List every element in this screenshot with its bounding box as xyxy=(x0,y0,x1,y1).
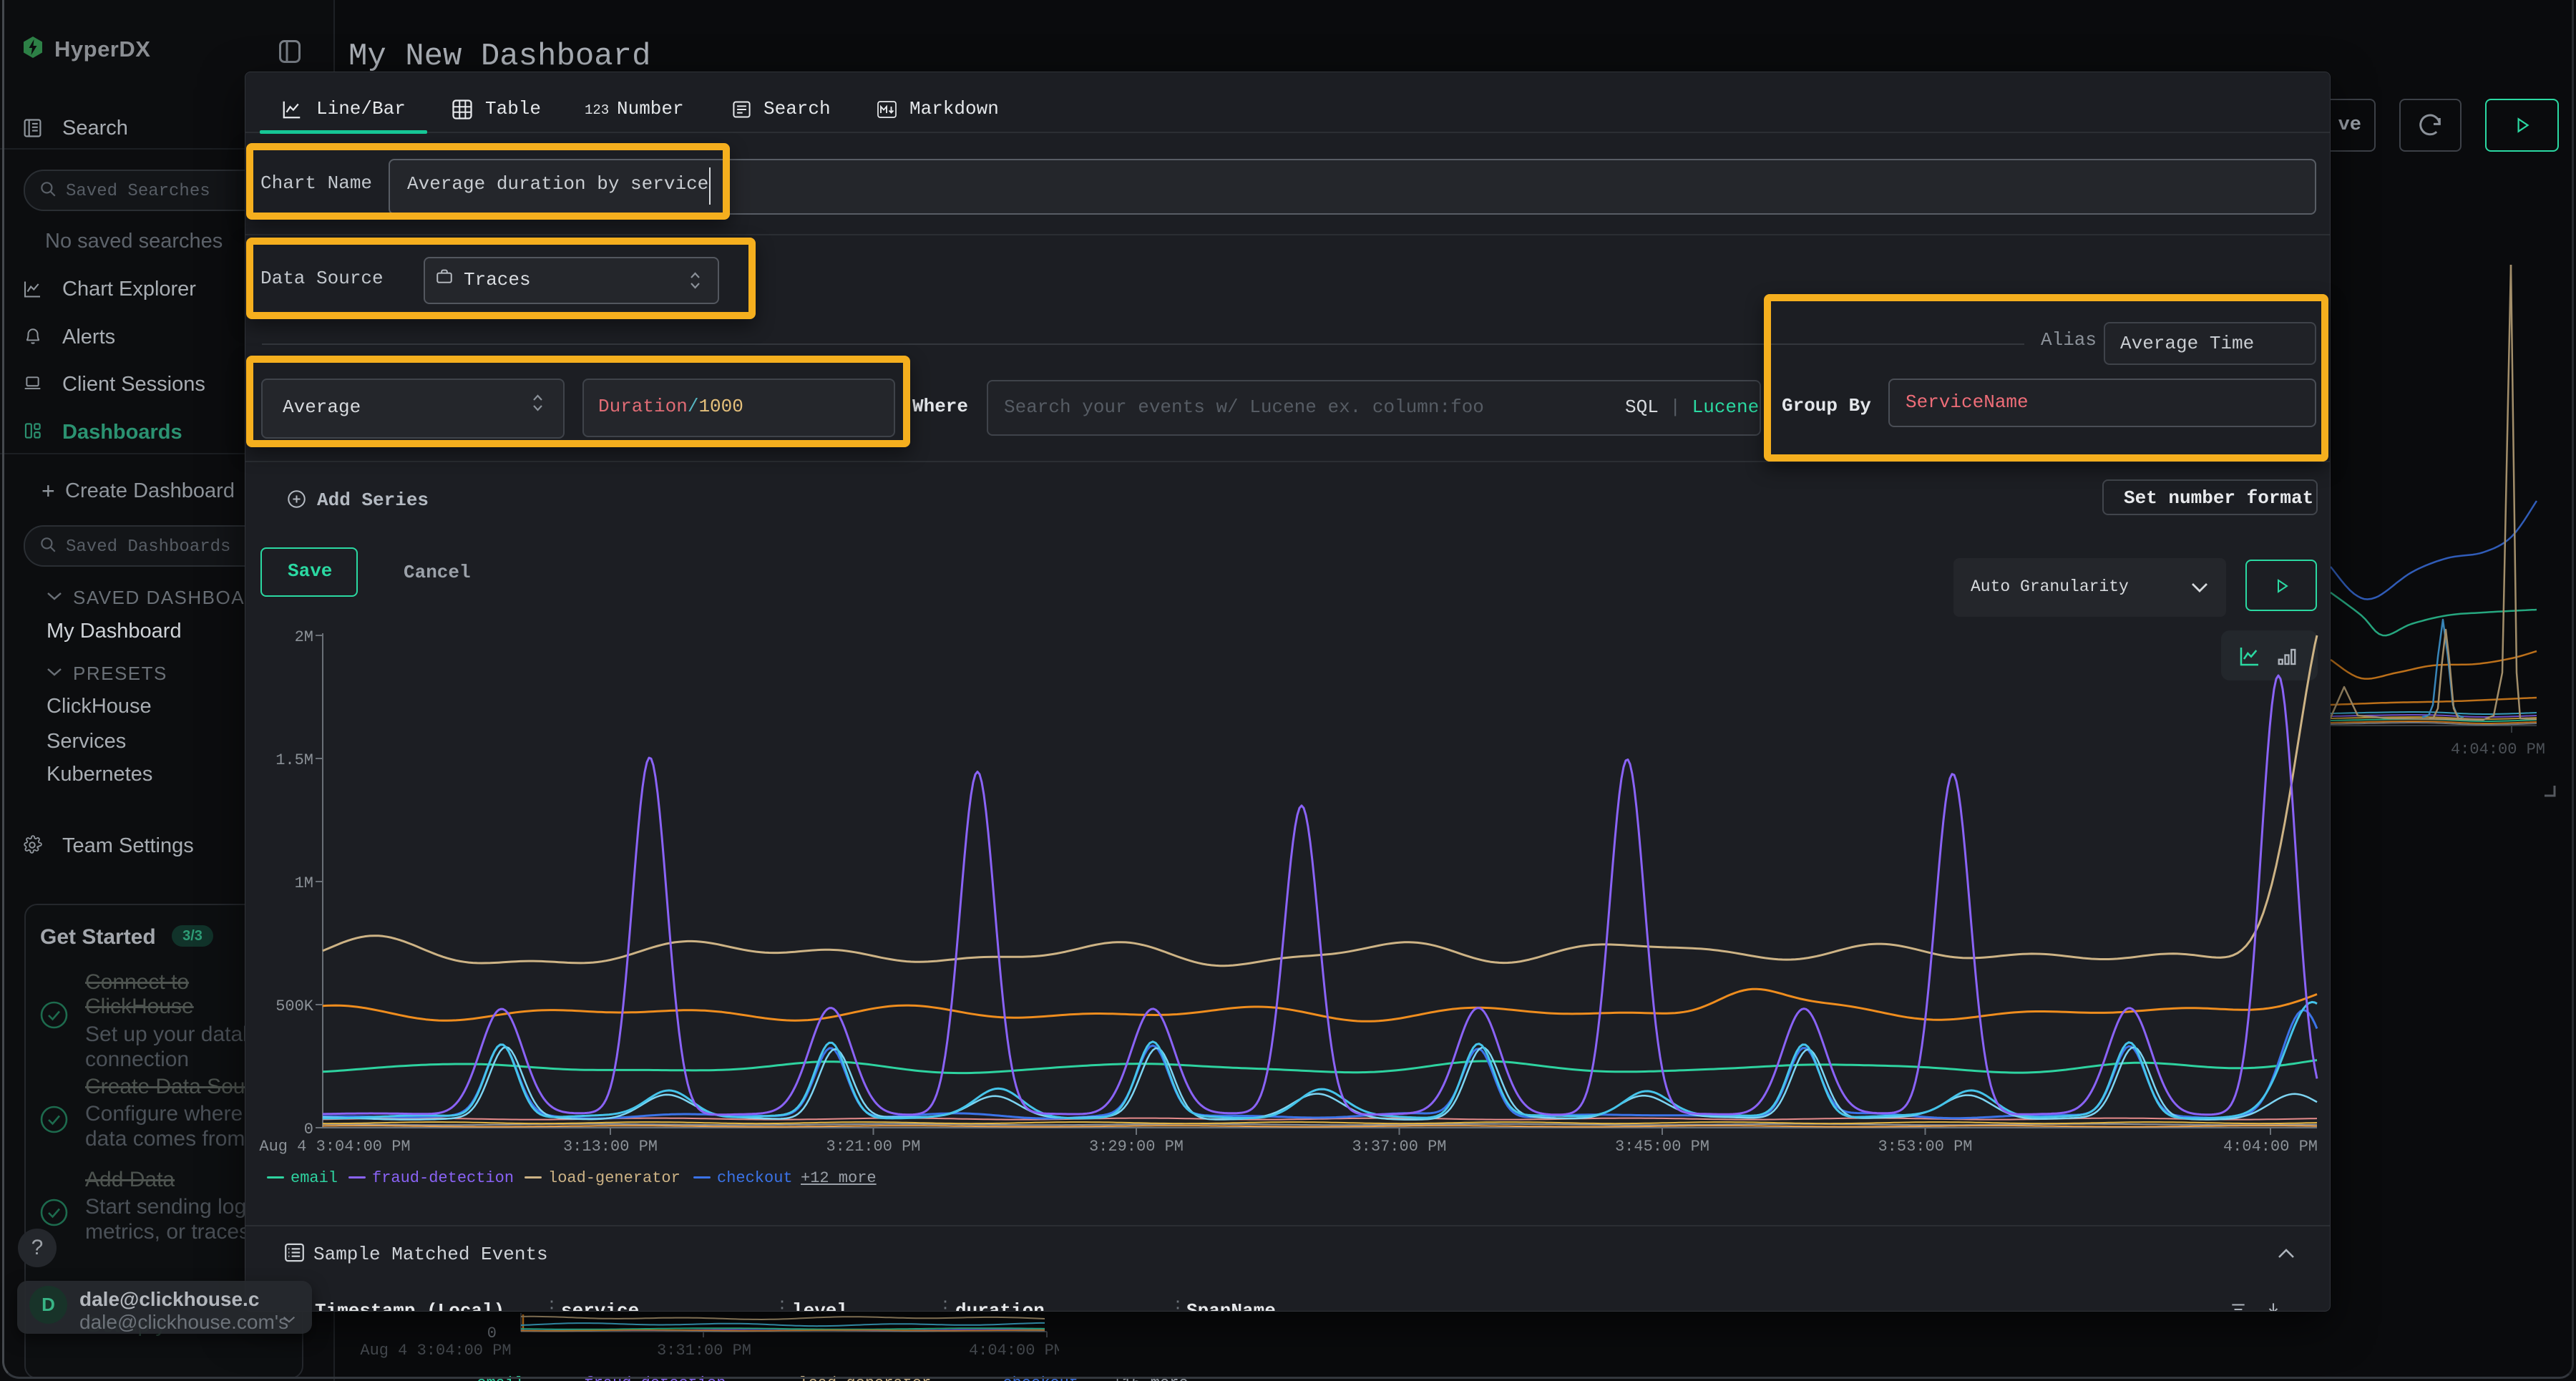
svg-text:4:04:00 PM: 4:04:00 PM xyxy=(2223,1138,2318,1156)
svg-text:1M: 1M xyxy=(295,874,313,892)
svg-text:2M: 2M xyxy=(295,630,313,646)
svg-text:Aug 4 3:04:00 PM: Aug 4 3:04:00 PM xyxy=(259,1138,410,1156)
svg-text:0: 0 xyxy=(487,1324,497,1342)
svg-text:3:31:00 PM: 3:31:00 PM xyxy=(657,1342,751,1360)
svg-text:4:04:00 PM: 4:04:00 PM xyxy=(969,1342,1059,1360)
svg-text:3:21:00 PM: 3:21:00 PM xyxy=(826,1138,920,1156)
svg-text:3:29:00 PM: 3:29:00 PM xyxy=(1089,1138,1184,1156)
svg-text:3:13:00 PM: 3:13:00 PM xyxy=(563,1138,658,1156)
svg-text:500K: 500K xyxy=(275,997,314,1015)
svg-text:3:37:00 PM: 3:37:00 PM xyxy=(1352,1138,1446,1156)
svg-text:4:04:00 PM: 4:04:00 PM xyxy=(2451,741,2545,758)
svg-text:1.5M: 1.5M xyxy=(275,751,313,769)
svg-text:3:45:00 PM: 3:45:00 PM xyxy=(1615,1138,1709,1156)
svg-text:3:53:00 PM: 3:53:00 PM xyxy=(1878,1138,1972,1156)
svg-text:Aug 4 3:04:00 PM: Aug 4 3:04:00 PM xyxy=(360,1342,511,1360)
svg-text:0: 0 xyxy=(304,1121,313,1138)
